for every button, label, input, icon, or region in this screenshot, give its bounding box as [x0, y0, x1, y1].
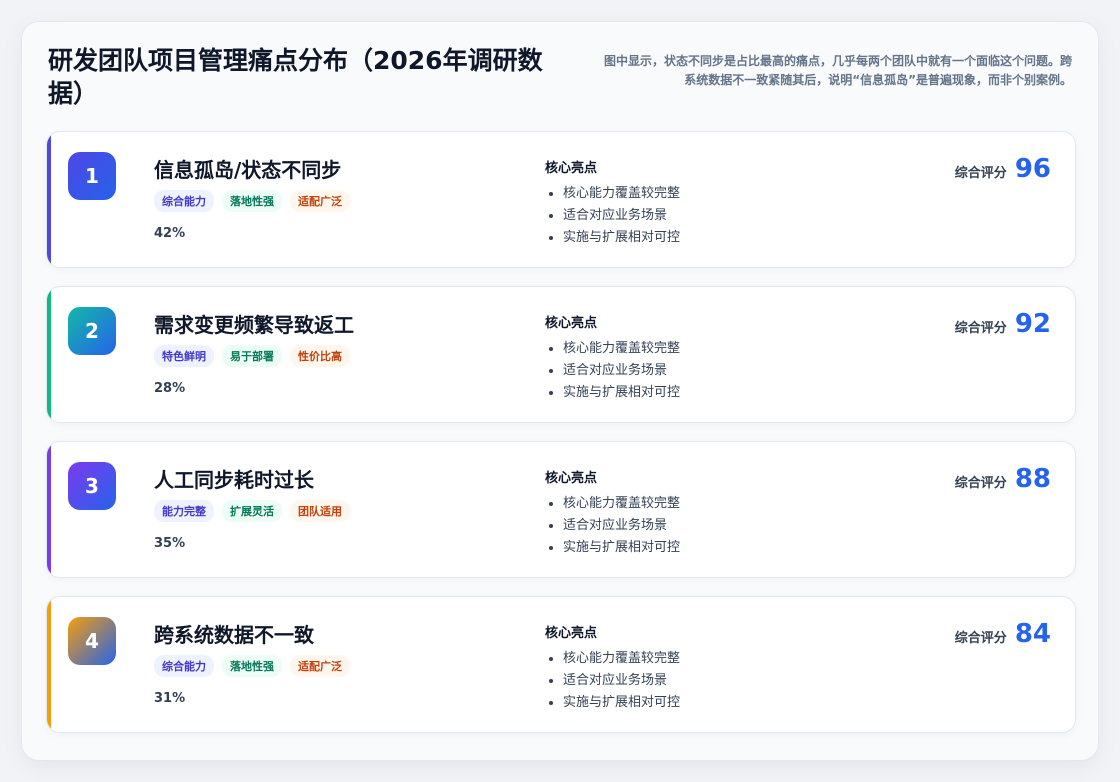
- score-value: 84: [1014, 619, 1051, 649]
- pain-point-card[interactable]: 4 跨系统数据不一致 综合能力 落地性强 适配广泛 31% 核心亮点 核心能力覆…: [46, 596, 1076, 733]
- tag: 综合能力: [154, 655, 214, 677]
- tag: 适配广泛: [290, 655, 350, 677]
- highlight-item: 实施与扩展相对可控: [563, 692, 680, 714]
- page-description: 图中显示，状态不同步是占比最高的痛点，几乎每两个团队中就有一个面临这个问题。跨系…: [603, 54, 1072, 87]
- highlights-list: 核心能力覆盖较完整 适合对应业务场景 实施与扩展相对可控: [545, 338, 680, 404]
- main-panel: 研发团队项目管理痛点分布（2026年调研数据） 图中显示，状态不同步是占比最高的…: [21, 21, 1099, 761]
- score-value: 88: [1014, 464, 1051, 494]
- tag: 特色鲜明: [154, 345, 214, 367]
- score-block: 综合评分 84: [955, 619, 1051, 649]
- pain-point-card[interactable]: 3 人工同步耗时过长 能力完整 扩展灵活 团队适用 35% 核心亮点 核心能力覆…: [46, 441, 1076, 578]
- highlight-item: 适合对应业务场景: [563, 205, 680, 227]
- card-accent-bar: [47, 597, 51, 732]
- tag: 综合能力: [154, 190, 214, 212]
- highlight-item: 适合对应业务场景: [563, 515, 680, 537]
- highlight-item: 核心能力覆盖较完整: [563, 338, 680, 360]
- pain-point-card[interactable]: 1 信息孤岛/状态不同步 综合能力 落地性强 适配广泛 42% 核心亮点 核心能…: [46, 131, 1076, 268]
- card-accent-bar: [47, 442, 51, 577]
- tag: 能力完整: [154, 500, 214, 522]
- card-accent-bar: [47, 287, 51, 422]
- highlight-item: 实施与扩展相对可控: [563, 382, 680, 404]
- rank-badge: 4: [68, 617, 116, 665]
- tag-list: 特色鲜明 易于部署 性价比高: [154, 345, 350, 367]
- pain-point-name: 需求变更频繁导致返工: [154, 313, 354, 337]
- tag: 落地性强: [222, 190, 282, 212]
- highlights-list: 核心能力覆盖较完整 适合对应业务场景 实施与扩展相对可控: [545, 648, 680, 714]
- highlight-item: 实施与扩展相对可控: [563, 227, 680, 249]
- pain-point-name: 跨系统数据不一致: [154, 623, 314, 647]
- highlights-heading: 核心亮点: [545, 161, 598, 176]
- score-block: 综合评分 88: [955, 464, 1051, 494]
- score-value: 96: [1014, 154, 1051, 184]
- pain-point-card[interactable]: 2 需求变更频繁导致返工 特色鲜明 易于部署 性价比高 28% 核心亮点 核心能…: [46, 286, 1076, 423]
- tag: 扩展灵活: [222, 500, 282, 522]
- highlights-heading: 核心亮点: [545, 626, 598, 641]
- highlights-list: 核心能力覆盖较完整 适合对应业务场景 实施与扩展相对可控: [545, 493, 680, 559]
- percentage: 42%: [154, 226, 186, 241]
- tag: 落地性强: [222, 655, 282, 677]
- highlights-heading: 核心亮点: [545, 316, 598, 331]
- score-block: 综合评分 96: [955, 154, 1051, 184]
- score-label: 综合评分: [954, 631, 1007, 646]
- highlights-list: 核心能力覆盖较完整 适合对应业务场景 实施与扩展相对可控: [545, 183, 680, 249]
- tag-list: 综合能力 落地性强 适配广泛: [154, 190, 350, 212]
- pain-point-name: 人工同步耗时过长: [154, 468, 314, 492]
- page-title: 研发团队项目管理痛点分布（2026年调研数据）: [48, 46, 543, 108]
- percentage: 28%: [154, 381, 186, 396]
- score-label: 综合评分: [954, 476, 1007, 491]
- percentage: 35%: [154, 536, 186, 551]
- highlight-item: 适合对应业务场景: [563, 670, 680, 692]
- tag: 易于部署: [222, 345, 282, 367]
- tag-list: 综合能力 落地性强 适配广泛: [154, 655, 350, 677]
- score-block: 综合评分 92: [955, 309, 1051, 339]
- card-accent-bar: [47, 132, 51, 267]
- tag: 团队适用: [290, 500, 350, 522]
- rank-badge: 3: [68, 462, 116, 510]
- highlight-item: 核心能力覆盖较完整: [563, 183, 680, 205]
- rank-badge: 2: [68, 307, 116, 355]
- percentage: 31%: [154, 691, 186, 706]
- pain-point-list: 1 信息孤岛/状态不同步 综合能力 落地性强 适配广泛 42% 核心亮点 核心能…: [46, 131, 1076, 751]
- tag: 适配广泛: [290, 190, 350, 212]
- highlight-item: 适合对应业务场景: [563, 360, 680, 382]
- highlight-item: 实施与扩展相对可控: [563, 537, 680, 559]
- tag-list: 能力完整 扩展灵活 团队适用: [154, 500, 350, 522]
- highlight-item: 核心能力覆盖较完整: [563, 648, 680, 670]
- highlight-item: 核心能力覆盖较完整: [563, 493, 680, 515]
- highlights-heading: 核心亮点: [545, 471, 598, 486]
- score-value: 92: [1014, 309, 1051, 339]
- score-label: 综合评分: [954, 321, 1007, 336]
- score-label: 综合评分: [954, 166, 1007, 181]
- rank-badge: 1: [68, 152, 116, 200]
- pain-point-name: 信息孤岛/状态不同步: [154, 158, 342, 182]
- tag: 性价比高: [290, 345, 350, 367]
